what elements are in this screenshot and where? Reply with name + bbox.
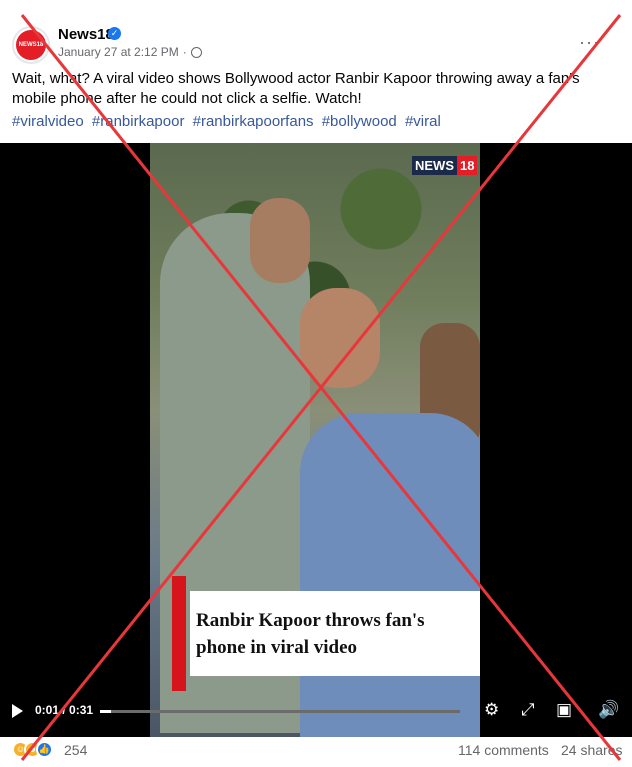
hashtag-link[interactable]: #ranbirkapoorfans — [193, 113, 314, 130]
news18-watermark: NEWS 18 — [412, 155, 478, 175]
actor-head — [250, 198, 310, 283]
post-footer: ☺ ☻ 👍 254 114 comments 24 shares — [0, 737, 632, 767]
settings-gear-icon[interactable]: ⚙ — [484, 700, 499, 720]
post-meta: January 27 at 2:12 PM · — [58, 45, 202, 59]
fan-head — [300, 288, 380, 388]
hashtag-link[interactable]: #viralvideo — [12, 113, 84, 130]
avatar-text: NEWS18 — [18, 42, 44, 48]
video-caption-box: Ranbir Kapoor throws fan's phone in vira… — [172, 576, 480, 691]
post-header: NEWS18 News18 ✓ January 27 at 2:12 PM · … — [12, 22, 622, 66]
video-time: 0:01 / 0:31 — [35, 703, 94, 717]
progress-fill — [100, 710, 111, 713]
caption-line: phone in viral video — [196, 637, 357, 658]
post-text: Wait, what? A viral video shows Bollywoo… — [12, 70, 580, 107]
video-caption: Ranbir Kapoor throws fan's phone in vira… — [196, 607, 476, 661]
globe-icon[interactable] — [190, 46, 202, 58]
reaction-count[interactable]: 254 — [64, 742, 87, 758]
meta-separator: · — [182, 45, 187, 59]
hashtag-list: #viralvideo #ranbirkapoor #ranbirkapoorf… — [12, 113, 620, 130]
hashtag-link[interactable]: #bollywood — [322, 113, 397, 130]
verified-badge-icon: ✓ — [108, 27, 121, 40]
play-icon[interactable] — [12, 704, 23, 718]
volume-icon[interactable]: 🔊 — [598, 700, 619, 720]
video-player[interactable]: NEWS 18 Ranbir Kapoor throws fan's phone… — [0, 143, 632, 737]
more-options-button[interactable]: ··· — [579, 32, 600, 53]
shares-count[interactable]: 24 shares — [561, 742, 622, 758]
caption-line: Ranbir Kapoor throws fan's — [196, 610, 425, 631]
video-frame: NEWS 18 Ranbir Kapoor throws fan's phone… — [150, 143, 480, 737]
video-controls: 0:01 / 0:31 ⚙ ⤢ ▣ 🔊 — [0, 698, 632, 726]
fan-figure — [300, 413, 480, 737]
fullscreen-icon[interactable]: ⤢ — [521, 700, 535, 720]
page-name[interactable]: News18 — [58, 26, 114, 43]
hashtag-link[interactable]: #viral — [405, 113, 441, 130]
page-avatar[interactable]: NEWS18 — [12, 26, 50, 64]
watermark-number: 18 — [457, 155, 478, 175]
picture-in-picture-icon[interactable]: ▣ — [556, 700, 572, 720]
watermark-text: NEWS — [412, 155, 457, 175]
facebook-post-card: NEWS18 News18 ✓ January 27 at 2:12 PM · … — [0, 0, 632, 767]
news18-logo-icon: NEWS18 — [16, 30, 46, 60]
hashtag-link[interactable]: #ranbirkapoor — [92, 113, 185, 130]
comments-count[interactable]: 114 comments — [458, 742, 549, 758]
caption-accent-bar — [172, 576, 186, 691]
like-reaction-icon: 👍 — [36, 741, 53, 758]
timestamp[interactable]: January 27 at 2:12 PM — [58, 45, 179, 59]
progress-bar[interactable] — [100, 710, 460, 713]
reactions-summary[interactable]: ☺ ☻ 👍 — [12, 741, 53, 758]
